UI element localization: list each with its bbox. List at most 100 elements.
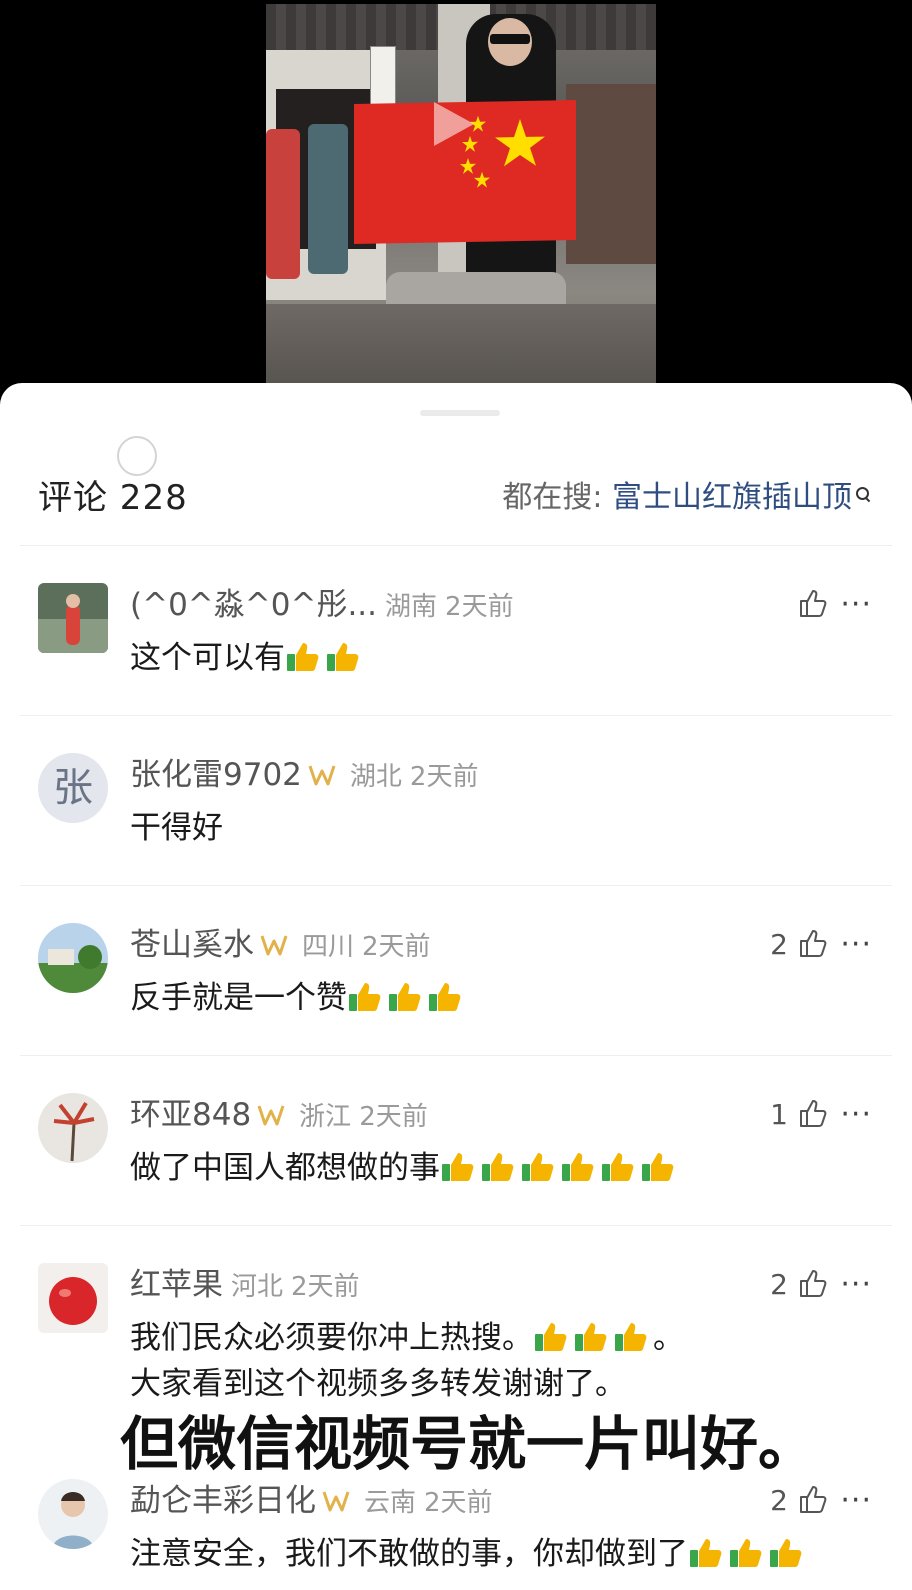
comment-time: 2天前 [291, 1272, 360, 1302]
divider [20, 1055, 892, 1056]
avatar[interactable] [38, 1479, 108, 1549]
comment-author[interactable]: 环亚848 [130, 1097, 251, 1133]
comment-author[interactable]: 苍山奚水 [130, 927, 254, 963]
comment-region: 云南 [364, 1488, 417, 1518]
comment-author[interactable]: 红苹果 [130, 1267, 223, 1303]
avatar[interactable] [38, 583, 108, 653]
comment-text: 这个可以有 [130, 640, 285, 676]
comment-time: 2天前 [409, 762, 479, 792]
thumbs-up-emoji-icon [520, 1149, 554, 1183]
like-button[interactable]: 2 [770, 1479, 828, 1523]
video-hiker [308, 124, 348, 274]
comment-time: 2天前 [362, 932, 431, 962]
vip-badge-icon [257, 1095, 285, 1126]
vip-badge-icon [308, 755, 336, 786]
like-count: 2 [770, 1484, 788, 1517]
comment-count: 评论 228 [38, 478, 188, 518]
thumbs-up-emoji-icon [600, 1149, 634, 1183]
comment-region: 四川 [302, 932, 355, 962]
avatar[interactable] [38, 923, 108, 993]
thumbs-up-outline-icon[interactable] [798, 1097, 828, 1127]
thumbs-up-emoji-icon [768, 1535, 802, 1569]
comment-author[interactable]: 勐仑丰彩日化 [130, 1483, 316, 1519]
comment-time: 2天前 [359, 1102, 428, 1132]
thumbs-up-emoji-icon [533, 1319, 567, 1353]
comment-text-line2: 大家看到这个视频多多转发谢谢了。 [130, 1366, 626, 1402]
avatar[interactable] [38, 1263, 108, 1333]
avatar-apple-icon [38, 1263, 108, 1333]
avatar-flower-icon [38, 1093, 108, 1163]
like-count: 2 [770, 928, 788, 961]
comment-time: 2天前 [424, 1488, 493, 1518]
avatar-initial: 张 [53, 765, 93, 811]
thumbs-up-emoji-icon [440, 1149, 474, 1183]
comment-author[interactable]: (^0^淼^0^彤... [130, 587, 377, 623]
avatar-woman-icon [38, 1479, 108, 1549]
more-options-icon[interactable]: ··· [840, 1479, 872, 1523]
comment-region: 浙江 [299, 1102, 352, 1132]
more-options-icon[interactable]: ··· [840, 923, 872, 967]
video-player[interactable] [0, 0, 912, 395]
divider [20, 545, 892, 546]
more-options-icon[interactable]: ··· [840, 583, 872, 627]
thumbs-up-emoji-icon [480, 1149, 514, 1183]
comment-region: 河北 [231, 1272, 284, 1302]
thumbs-up-emoji-icon [325, 639, 359, 673]
avatar[interactable] [38, 1093, 108, 1163]
video-sunglasses [490, 34, 530, 44]
thumbs-up-emoji-icon [573, 1319, 607, 1353]
overlay-caption: 但微信视频号就一片叫好。 [120, 1410, 817, 1478]
avatar-photo-icon [38, 583, 108, 653]
like-button[interactable]: 2 [770, 1263, 828, 1307]
comment-time: 2天前 [445, 592, 514, 622]
like-count: 1 [770, 1098, 788, 1131]
thumbs-up-emoji-icon [285, 639, 319, 673]
divider [20, 885, 892, 886]
drag-handle[interactable] [420, 410, 500, 416]
thumbs-up-outline-icon[interactable] [798, 1267, 828, 1297]
search-term[interactable]: 富士山红旗插山顶 [612, 480, 852, 515]
comment-text: 注意安全，我们不敢做的事，你却做到了 [130, 1536, 688, 1572]
avatar-landscape-icon [38, 923, 108, 993]
thumbs-up-outline-icon[interactable] [798, 587, 828, 617]
search-prefix: 都在搜: [502, 480, 612, 515]
comment-region: 湖南 [385, 592, 438, 622]
comment-text: 干得好 [130, 810, 223, 846]
thumbs-up-emoji-icon [728, 1535, 762, 1569]
loading-spinner-icon [117, 436, 157, 476]
more-options-icon[interactable]: ··· [840, 1093, 872, 1137]
like-button[interactable] [798, 583, 828, 627]
trending-search-link[interactable]: 都在搜: 富士山红旗插山顶 [502, 471, 870, 525]
divider [20, 715, 892, 716]
avatar[interactable]: 张 [38, 753, 108, 823]
video-ground [266, 304, 656, 388]
comment-sheet: 评论 228 都在搜: 富士山红旗插山顶 (^0^淼^0^彤... 湖南 2天前 ·… [0, 383, 912, 1590]
play-icon[interactable] [434, 102, 474, 146]
more-options-icon[interactable]: ··· [840, 1263, 872, 1307]
comment-text: 我们民众必须要你冲上热搜。 [130, 1320, 533, 1356]
video-frame[interactable] [266, 4, 656, 388]
comment-header: 评论 228 都在搜: 富士山红旗插山顶 [0, 471, 912, 525]
comment-text: 反手就是一个赞 [130, 980, 347, 1016]
like-button[interactable]: 1 [770, 1093, 828, 1137]
thumbs-up-emoji-icon [387, 979, 421, 1013]
comment-text-suffix: 。 [653, 1320, 684, 1356]
video-wall-right [566, 84, 656, 264]
thumbs-up-emoji-icon [560, 1149, 594, 1183]
search-icon[interactable] [856, 487, 870, 501]
like-count: 2 [770, 1268, 788, 1301]
comment-region: 湖北 [349, 762, 402, 792]
thumbs-up-outline-icon[interactable] [798, 1483, 828, 1513]
divider [20, 1225, 892, 1226]
video-hiker [266, 129, 300, 279]
thumbs-up-emoji-icon [613, 1319, 647, 1353]
like-button[interactable]: 2 [770, 923, 828, 967]
vip-badge-icon [322, 1481, 350, 1512]
vip-badge-icon [260, 925, 288, 956]
thumbs-up-outline-icon[interactable] [798, 927, 828, 957]
comment-author[interactable]: 张化雷9702 [130, 757, 302, 793]
thumbs-up-emoji-icon [347, 979, 381, 1013]
thumbs-up-emoji-icon [427, 979, 461, 1013]
comment-text: 做了中国人都想做的事 [130, 1150, 440, 1186]
thumbs-up-emoji-icon [640, 1149, 674, 1183]
